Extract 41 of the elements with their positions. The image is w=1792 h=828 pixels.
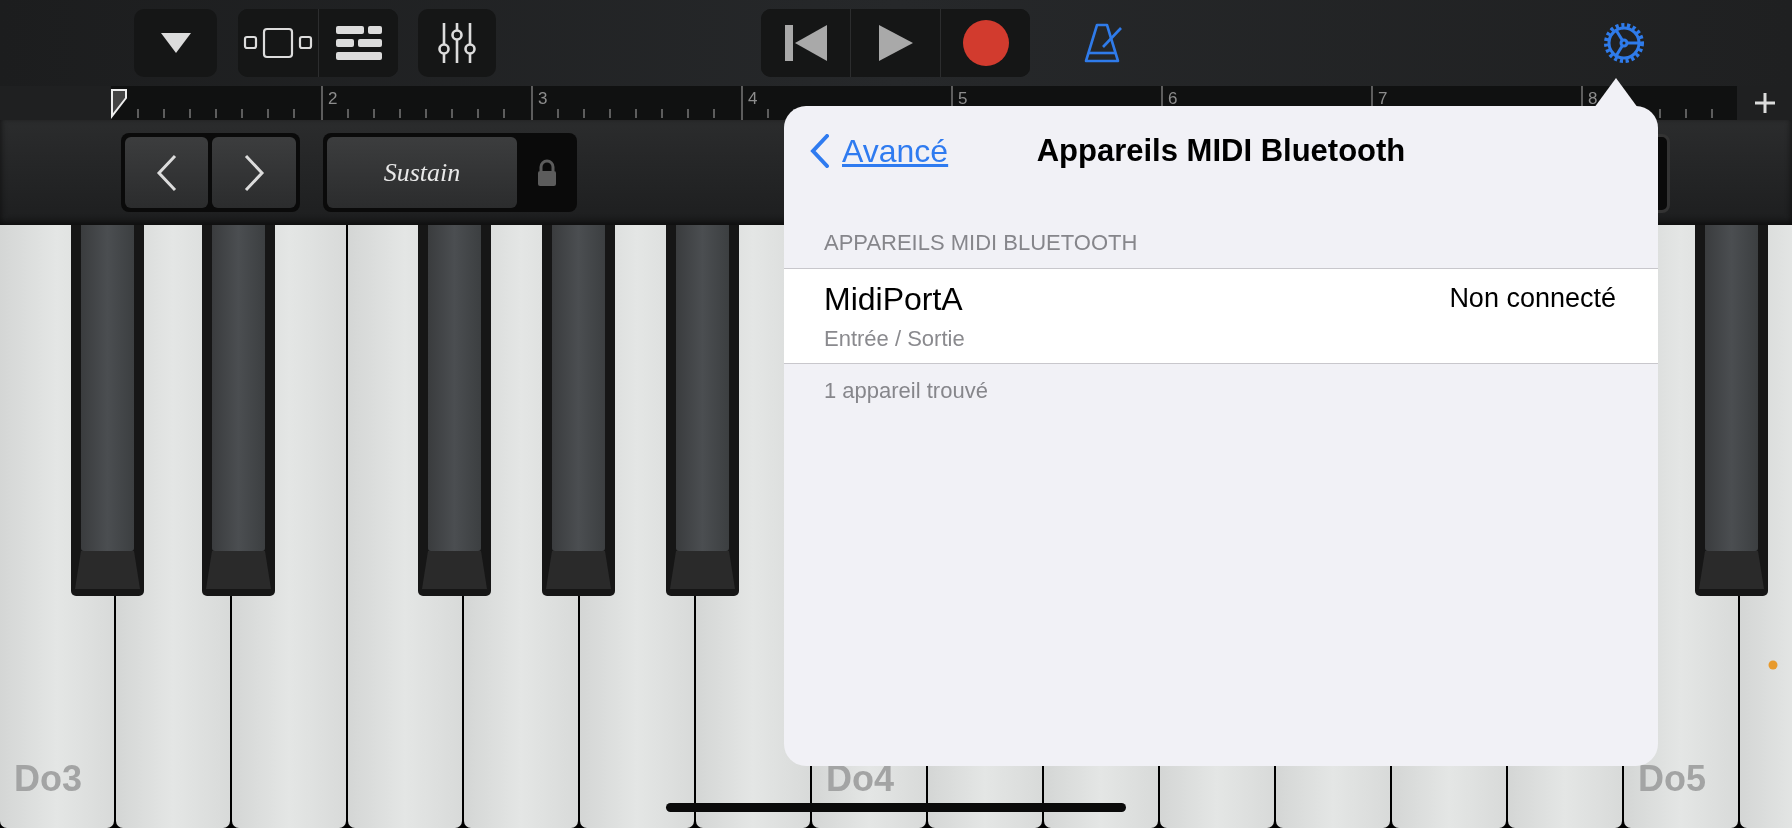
mixer-button[interactable] [418,9,496,77]
skip-back-icon [782,23,829,63]
device-name: MidiPortA [824,280,964,318]
record-icon [961,19,1010,67]
metronome-icon [1082,22,1124,64]
bar-number: 5 [958,89,968,108]
sustain-button[interactable]: Sustain [327,137,517,208]
key-label: Do4 [826,758,894,799]
bar-number: 3 [538,89,548,108]
chevron-right-icon [243,153,265,192]
connection-status: Non connecté [1449,283,1616,314]
device-row[interactable]: MidiPortA Entrée / Sortie Non connecté [784,268,1658,364]
bar-number: 2 [328,89,338,108]
playhead-icon [111,89,127,119]
sliders-icon [437,21,477,65]
bar-number: 4 [748,89,758,108]
device-detail: Entrée / Sortie [824,325,965,352]
octave-up-button[interactable] [212,137,296,208]
bar-number: 6 [1168,89,1178,108]
tracks-button[interactable] [318,9,398,77]
octave-down-button[interactable] [125,137,208,208]
triangle-down-icon [158,31,193,55]
bar-number: 8 [1588,89,1598,108]
record-button[interactable] [940,9,1030,77]
track-menu-button[interactable] [134,9,217,77]
tracks-icon [333,25,384,61]
key-label: Do5 [1638,758,1706,799]
key-label: Do3 [14,758,82,799]
plus-icon [1753,92,1776,114]
popover-title: Appareils MIDI Bluetooth [1036,133,1406,169]
chevron-left-icon [810,134,830,168]
metronome-button[interactable] [1082,22,1124,64]
indicator-dot [1768,660,1778,670]
play-icon [876,23,915,63]
chevron-left-icon [155,153,178,192]
lock-icon [537,158,557,187]
bar-number: 7 [1378,89,1388,108]
section-header: APPAREILS MIDI BLUETOOTH [823,229,1139,257]
back-link[interactable]: Avancé [810,132,949,170]
view-squares-icon [243,26,313,60]
devices-found-note: 1 appareil trouvé [823,377,989,405]
